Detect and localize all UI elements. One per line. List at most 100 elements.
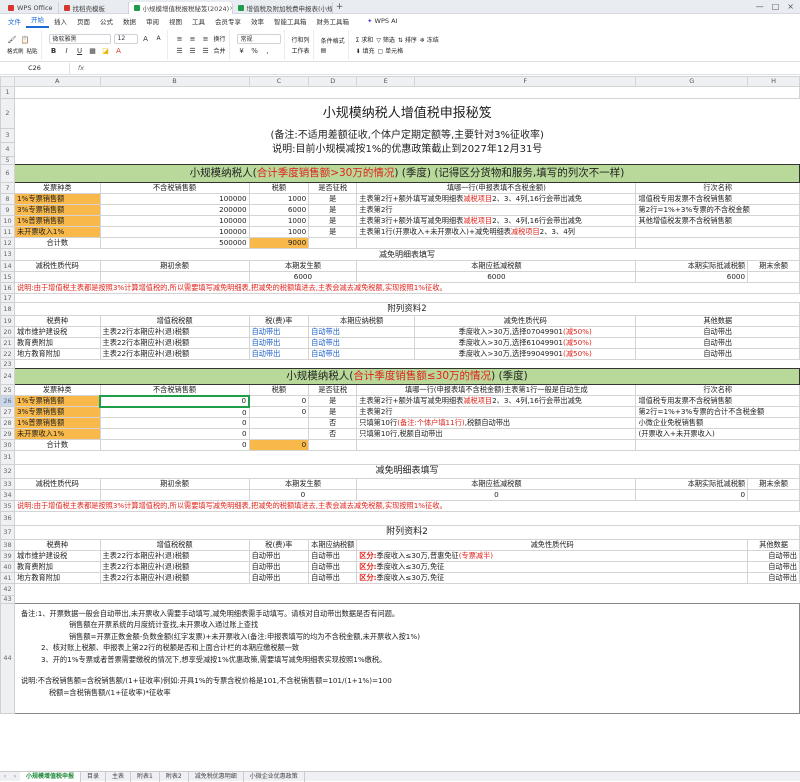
menu-tools[interactable]: 工具 [187,16,210,26]
wps-ai-button[interactable]: ✦ WPS AI [362,17,402,25]
menu-data[interactable]: 数据 [118,16,141,26]
menu-home[interactable]: 开始 [26,14,49,28]
table-row: 33 减税性质代码 期初余额 本期发生额 本期应抵减税额 本期实际抵减税额 期末… [1,479,800,490]
next-sheet-icon[interactable]: › [10,773,20,780]
merge-button[interactable]: 合并 [214,46,226,55]
align-center-icon[interactable]: ☰ [188,46,198,56]
font-name-select[interactable]: 微软雅黑 [49,34,111,44]
border-icon[interactable]: ▦ [88,46,98,56]
align-left-icon[interactable]: ☰ [175,46,185,56]
menu-page[interactable]: 页面 [72,16,95,26]
column-header[interactable]: F [414,77,635,87]
align-bottom-icon[interactable]: ≡ [201,34,211,44]
underline-icon[interactable]: U [75,46,85,56]
relief-note-2[interactable]: 说明:由于增值税主表都是按照3%计算增值税的,所以需要填写减免明细表,把减免的税… [14,501,799,512]
fx-icon[interactable]: fx [70,64,92,72]
thousands-icon[interactable]: , [263,46,273,56]
menu-review[interactable]: 审阅 [141,16,164,26]
cell-button[interactable]: ▢ 单元格 [378,46,404,55]
fill-button[interactable]: ⬇ 填充 [356,46,375,55]
window-tab-templates[interactable]: 找稻壳模板 [59,2,129,14]
bold-icon[interactable]: B [49,46,59,56]
window-tab-wps[interactable]: WPS Office [3,2,59,14]
appendix-title-2[interactable]: 附列资料2 [14,526,799,540]
align-right-icon[interactable]: ☰ [201,46,211,56]
row-col-button[interactable]: 行和列 [292,35,310,44]
table-row: 32 减免明细表填写 [1,465,800,479]
menu-smart-toolbox[interactable]: 智能工具箱 [269,16,312,26]
filter-button[interactable]: ▽ 筛选 [376,35,395,44]
currency-icon[interactable]: ¥ [237,46,247,56]
freeze-icon: ❄ [420,37,425,44]
table-row: 28 1%普票销售额 0 否 只填第10行(备注:个体户填11行),税额自动带出… [1,418,800,429]
percent-icon[interactable]: % [250,46,260,56]
worksheet-button[interactable]: 工作表 [292,46,310,55]
font-size-select[interactable]: 12 [114,34,138,44]
menu-formula[interactable]: 公式 [95,16,118,26]
freeze-button[interactable]: ❄ 冻结 [420,35,439,44]
sheet-note-2[interactable]: 说明:目前小规模减按1%的优惠政策截止到2027年12月31号 [14,143,799,157]
number-format-select[interactable]: 常规 [237,34,281,44]
paste-label[interactable]: 粘贴 [27,47,38,55]
cell-style-icon[interactable]: ▤ [321,47,327,54]
align-top-icon[interactable]: ≡ [175,34,185,44]
prev-sheet-icon[interactable]: ‹ [0,773,10,780]
menu-insert[interactable]: 插入 [49,16,72,26]
sort-button[interactable]: ⇅ 排序 [398,35,417,44]
increase-font-icon[interactable]: A [141,34,151,44]
section-2-header[interactable]: 小规模纳税人(合计季度销售额≤30万的情况) (季度) [14,369,799,385]
table-row: 10 1%普票销售额 100000 1000 是 主表第3行+额外填写减免明细表… [1,216,800,227]
format-painter-label[interactable]: 格式刷 [7,47,24,55]
menu-member[interactable]: 会员专享 [210,16,246,26]
appendix-title-1[interactable]: 附列资料2 [14,303,799,316]
selected-cell-c26[interactable]: 0 [100,396,249,407]
menu-view[interactable]: 视图 [164,16,187,26]
conditional-format-button[interactable]: 条件格式 [321,36,345,45]
font-color-icon[interactable]: A [114,46,124,56]
section-1-header[interactable]: 小规模纳税人(合计季度销售额>30万的情况) (季度) (记得区分货物和服务,填… [14,165,799,183]
menu-efficiency[interactable]: 效率 [246,16,269,26]
column-header[interactable]: E [357,77,415,87]
column-header[interactable]: B [100,77,249,87]
wrap-text-button[interactable]: 换行 [214,34,226,43]
sheet-tab-main[interactable]: 主表 [106,772,131,782]
column-header[interactable]: A [14,77,100,87]
minimize-icon[interactable]: — [756,2,764,11]
fill-color-icon[interactable]: ◪ [101,46,111,56]
column-header[interactable]: C [249,77,309,87]
sheet-tab-schedule-2[interactable]: 附表2 [160,772,189,782]
select-all-corner[interactable] [1,77,15,87]
italic-icon[interactable]: I [62,46,72,56]
remarks-block[interactable]: 备注:1、开票数据一般会自动带出,未开票收入需要手动填写,减免明细表需手动填写。… [14,603,799,713]
sum-button[interactable]: Σ 求和 [356,35,374,44]
table-row: 15 6000 6000 6000 [1,272,800,283]
sheet-tab-small-business-policy[interactable]: 小微企业优惠政策 [244,772,305,782]
sheet-tab-schedule-1[interactable]: 附表1 [131,772,160,782]
menu-finance-toolbox[interactable]: 财务工具箱 [312,16,355,26]
align-middle-icon[interactable]: ≡ [188,34,198,44]
window-tab-declaration-form[interactable]: 增值税及附加税费申报表(小规模纳税人适用) [233,2,333,14]
relief-title-1[interactable]: 减免明细表填写 [14,249,799,261]
sheet-tab-vat-declaration[interactable]: 小规模增值税申报 [20,772,81,782]
sheet-tab-relief-details[interactable]: 减免税优惠明细 [189,772,244,782]
cell-name-box[interactable]: C26 [0,63,70,74]
menu-file[interactable]: 文件 [3,16,26,26]
table-row: 17 [1,294,800,303]
window-tab-current-workbook[interactable]: 小规模增值税报税秘笈(2024)× [129,2,233,14]
relief-title-2[interactable]: 减免明细表填写 [14,465,799,479]
maximize-icon[interactable]: □ [772,2,780,11]
relief-note-1[interactable]: 说明:由于增值税主表都是按照3%计算增值税的,所以需要填写减免明细表,把减免的税… [14,283,799,294]
new-tab-button[interactable]: + [333,2,347,12]
column-header[interactable]: D [309,77,357,87]
close-window-icon[interactable]: × [787,2,794,11]
spreadsheet-grid[interactable]: A B C D E F G H 1 2 小规模纳税人增值税申报秘笈 3 (备注:… [0,76,800,771]
sheet-note-1[interactable]: (备注:不适用差额征收,个体户定期定额等,主要针对3%征收率) [14,129,799,143]
sheet-title[interactable]: 小规模纳税人增值税申报秘笈 [14,99,799,129]
format-painter-icon[interactable]: 🖌 [7,35,17,45]
column-header[interactable]: H [748,77,800,87]
paste-icon[interactable]: 📋 [20,35,30,45]
column-header[interactable]: G [636,77,748,87]
sheet-tab-contents[interactable]: 目录 [81,772,106,782]
decrease-font-icon[interactable]: A [154,34,164,44]
formula-input[interactable] [92,63,800,74]
